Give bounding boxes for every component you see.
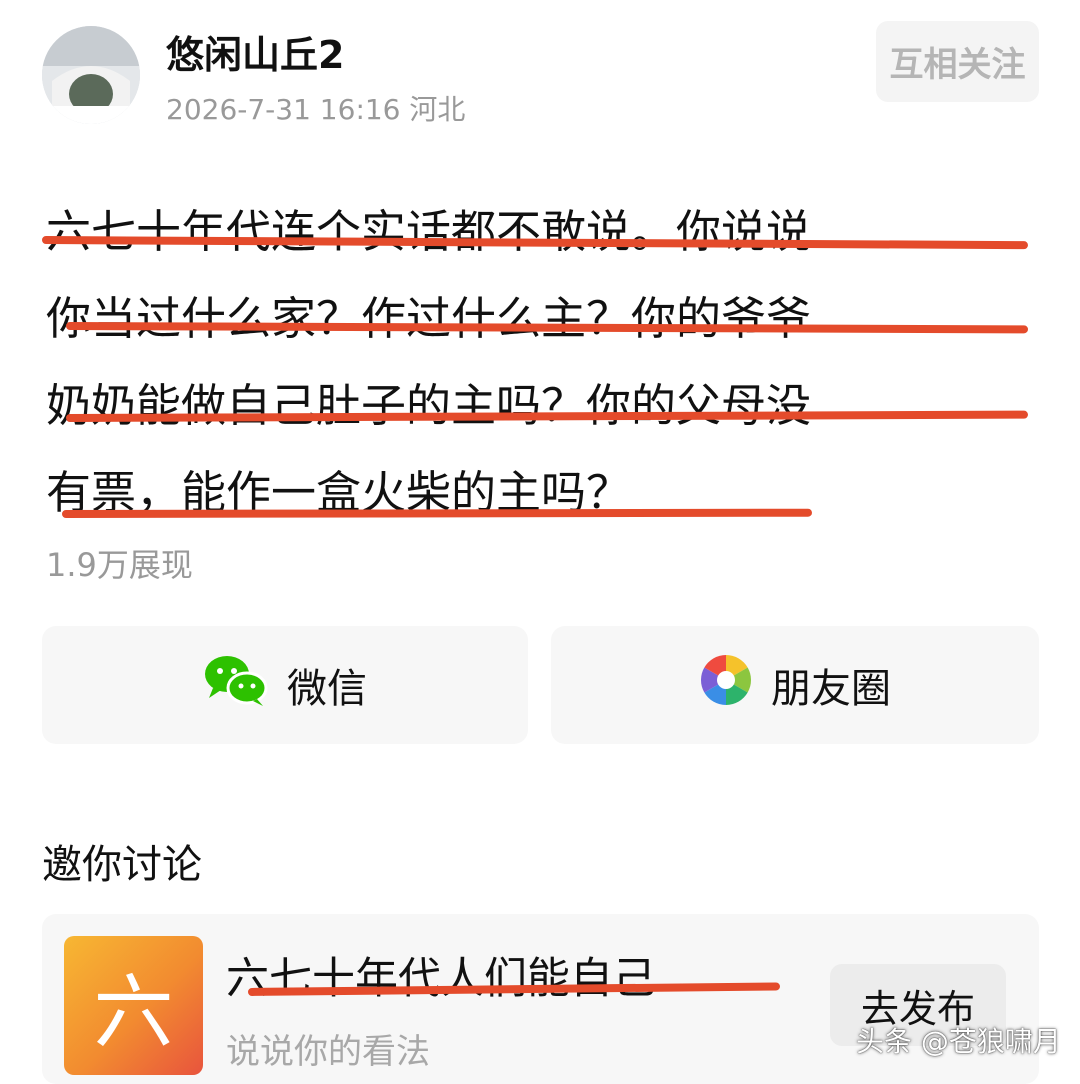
author-name[interactable]: 悠闲山丘2 (166, 24, 344, 79)
topic-comment-input[interactable]: 说说你的看法 (226, 1024, 430, 1073)
post-line: 有票，能作一盒火柴的主吗？ (46, 466, 632, 519)
share-moments-label: 朋友圈 (771, 666, 891, 712)
avatar-image (42, 26, 140, 124)
annotation-underline (61, 508, 813, 518)
post-location: 河北 (409, 93, 466, 126)
post-meta: 2026-7-31 16:16 河北 (166, 88, 465, 128)
topic-thumbnail: 六 (64, 936, 203, 1075)
section-title: 邀你讨论 (42, 842, 202, 888)
post-date: 2026-7-31 16:16 (166, 93, 401, 126)
moments-icon (699, 653, 753, 717)
share-moments-button[interactable]: 朋友圈 (551, 626, 1039, 744)
watermark: 头条 @苍狼啸月 (856, 1025, 1061, 1058)
post-line: 你当过什么家？作过什么主？你的爷爷 (46, 292, 812, 345)
share-wechat-button[interactable]: 微信 (42, 626, 528, 744)
view-count: 1.9万展现 (46, 546, 193, 584)
share-wechat-label: 微信 (287, 666, 367, 712)
post-line: 六七十年代连个实话都不敢说。你说说 (46, 205, 812, 258)
follow-button[interactable]: 互相关注 (876, 21, 1039, 102)
post-line: 奶奶能做自己肚子的主吗？你的父母没 (46, 379, 812, 432)
topic-title[interactable]: 六七十年代人们能自己 (226, 944, 656, 1006)
avatar[interactable] (42, 26, 140, 124)
wechat-icon (203, 652, 269, 718)
